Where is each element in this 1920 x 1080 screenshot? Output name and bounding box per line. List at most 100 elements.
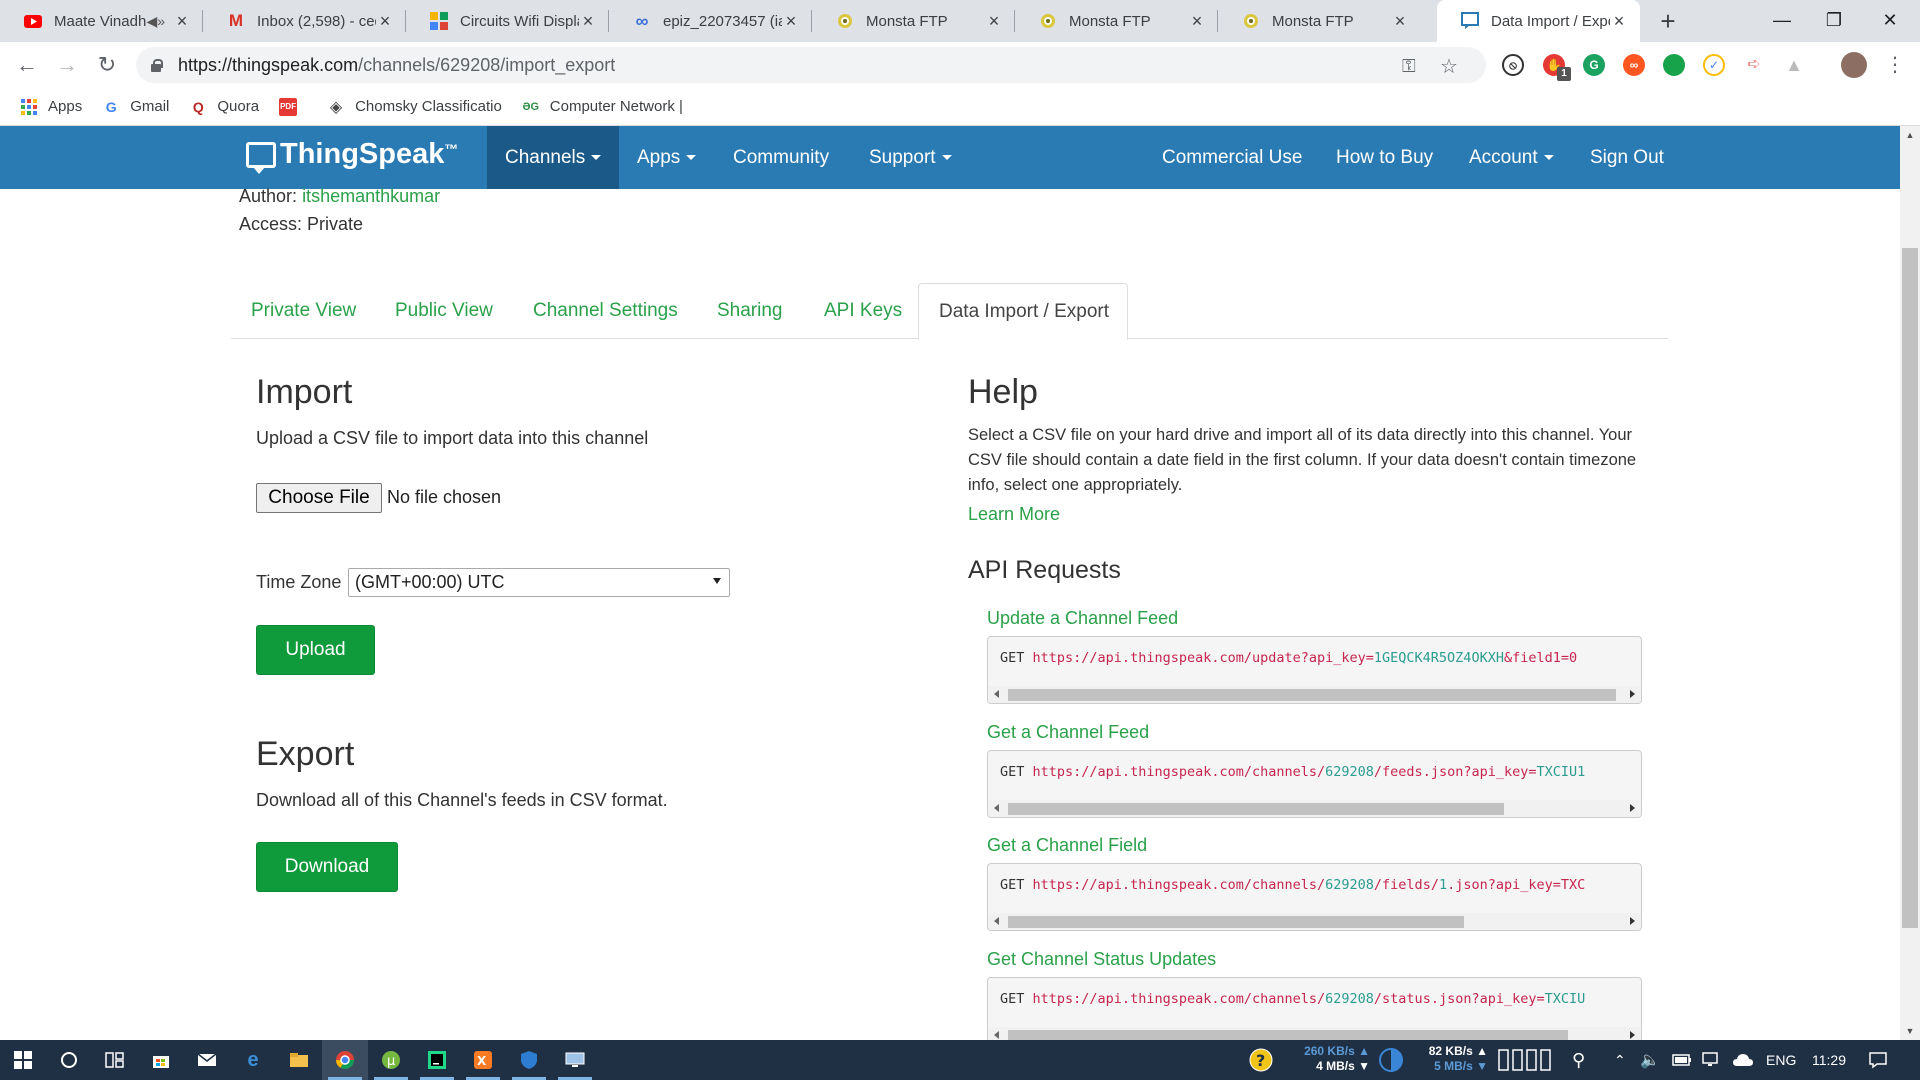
author-link[interactable]: itshemanthkumar	[302, 186, 440, 206]
choose-file-button[interactable]: Choose File	[256, 483, 382, 513]
pycharm-icon[interactable]	[414, 1040, 460, 1080]
browser-tab[interactable]: M Inbox (2,598) - ced ×	[203, 0, 406, 42]
tab-close-icon[interactable]: ×	[1610, 11, 1628, 32]
browser-tab[interactable]: Maate Vinadhu ◀» ×	[0, 0, 203, 42]
bookmark-pdf[interactable]: PDF	[279, 97, 307, 116]
maximize-button[interactable]: ❐	[1806, 0, 1862, 42]
bookmark-quora[interactable]: Q Quora	[189, 98, 259, 116]
api-request-code[interactable]: GET https://api.thingspeak.com/update?ap…	[987, 636, 1642, 704]
key-icon[interactable]: ⚿	[1402, 56, 1416, 77]
new-tab-button[interactable]: +	[1652, 6, 1684, 38]
browser-tab[interactable]: Monsta FTP ×	[1015, 0, 1218, 42]
api-request-code[interactable]: GET https://api.thingspeak.com/channels/…	[987, 863, 1642, 931]
profile-avatar[interactable]	[1841, 52, 1867, 78]
bookmark-star-icon[interactable]: ☆	[1440, 54, 1458, 79]
bookmark-computer-network[interactable]: ƏG Computer Network |	[522, 98, 683, 116]
import-heading: Import	[256, 373, 353, 411]
menu-dots-icon[interactable]: ⋮	[1880, 50, 1910, 80]
page-scrollbar[interactable]: ▲ ▼	[1900, 126, 1920, 1040]
browser-tab[interactable]: ∞ epiz_22073457 (ian ×	[609, 0, 812, 42]
code-scrollbar[interactable]	[988, 686, 1641, 703]
browser-tab-active[interactable]: Data Import / Expo ×	[1437, 0, 1640, 42]
tab-close-icon[interactable]: ×	[376, 11, 394, 32]
tab-data-import-export[interactable]: Data Import / Export	[918, 283, 1128, 340]
browser-tab[interactable]: Circuits Wifi Displa ×	[406, 0, 609, 42]
battery-icon[interactable]	[1672, 1040, 1692, 1080]
tab-close-icon[interactable]: ×	[1188, 11, 1206, 32]
nav-commercial-use[interactable]: Commercial Use	[1144, 126, 1320, 189]
utorrent-icon[interactable]: µ	[368, 1040, 414, 1080]
onedrive-icon[interactable]	[1732, 1040, 1754, 1080]
code-scrollbar[interactable]	[988, 800, 1641, 817]
edge-icon[interactable]: e	[230, 1040, 276, 1080]
nav-community[interactable]: Community	[715, 126, 847, 189]
people-icon[interactable]: ⚲	[1572, 1040, 1585, 1080]
clock[interactable]: 11:29	[1812, 1040, 1846, 1080]
code-scrollbar[interactable]	[988, 1027, 1641, 1040]
infinity-ext-icon[interactable]: ∞	[1623, 54, 1645, 76]
reload-icon[interactable]: ↻	[92, 50, 122, 80]
store-icon[interactable]	[138, 1040, 184, 1080]
show-hidden-icons[interactable]: ⌃	[1614, 1040, 1626, 1080]
network-icon[interactable]	[1702, 1040, 1722, 1080]
check-ext-icon[interactable]: ✓	[1703, 54, 1725, 76]
windows-start-icon[interactable]	[0, 1040, 46, 1080]
nav-account[interactable]: Account	[1451, 126, 1572, 189]
drive-ext-icon[interactable]: ▲	[1783, 54, 1805, 76]
tab-public-view[interactable]: Public View	[375, 283, 513, 339]
chrome-icon[interactable]	[322, 1040, 368, 1080]
youtube-icon	[24, 12, 42, 30]
download-button[interactable]: Download	[256, 842, 398, 892]
grammarly-icon[interactable]: G	[1583, 54, 1605, 76]
timezone-select[interactable]: (GMT+00:00) UTC	[348, 568, 730, 597]
tab-close-icon[interactable]: ×	[782, 11, 800, 32]
shield-app-icon[interactable]	[506, 1040, 552, 1080]
tab-close-icon[interactable]: ×	[173, 11, 191, 32]
nav-how-to-buy[interactable]: How to Buy	[1318, 126, 1451, 189]
tab-channel-settings[interactable]: Channel Settings	[513, 283, 698, 339]
scrollbar-thumb[interactable]	[1902, 248, 1918, 928]
scroll-up-icon[interactable]: ▲	[1900, 130, 1920, 140]
close-window-button[interactable]: ✕	[1862, 0, 1918, 42]
block-icon[interactable]: ⦸	[1502, 54, 1524, 76]
back-icon[interactable]: ←	[12, 50, 42, 80]
upload-button[interactable]: Upload	[256, 625, 375, 675]
address-bar[interactable]: https://thingspeak.com/channels/629208/i…	[136, 47, 1486, 83]
cast-ext-icon[interactable]: ➪	[1743, 54, 1765, 76]
xampp-icon[interactable]: X	[460, 1040, 506, 1080]
language-indicator[interactable]: ENG	[1766, 1040, 1796, 1080]
mail-icon[interactable]	[184, 1040, 230, 1080]
search-icon[interactable]	[46, 1040, 92, 1080]
tab-close-icon[interactable]: ×	[985, 11, 1003, 32]
bookmark-gmail[interactable]: G Gmail	[102, 98, 170, 116]
code-scrollbar[interactable]	[988, 913, 1641, 930]
minimize-button[interactable]: —	[1754, 0, 1810, 42]
tab-close-icon[interactable]: ×	[1391, 11, 1409, 32]
monitor-app-icon[interactable]	[552, 1040, 598, 1080]
audio-playing-icon[interactable]: ◀»	[146, 13, 165, 30]
thingspeak-logo[interactable]: ThingSpeak ™	[246, 138, 458, 174]
api-request-code[interactable]: GET https://api.thingspeak.com/channels/…	[987, 977, 1642, 1040]
volume-icon[interactable]: 🔈	[1640, 1040, 1660, 1080]
tab-api-keys[interactable]: API Keys	[804, 283, 922, 339]
tab-close-icon[interactable]: ×	[579, 11, 597, 32]
browser-tab[interactable]: Monsta FTP ×	[812, 0, 1015, 42]
forward-icon[interactable]: →	[52, 50, 82, 80]
bookmark-apps[interactable]: Apps	[20, 98, 82, 116]
task-view-icon[interactable]	[92, 1040, 138, 1080]
chat-ext-icon[interactable]	[1663, 54, 1685, 76]
api-request-code[interactable]: GET https://api.thingspeak.com/channels/…	[987, 750, 1642, 818]
nav-apps[interactable]: Apps	[619, 126, 714, 189]
bookmark-chomsky[interactable]: ◈ Chomsky Classificatio	[327, 98, 502, 116]
learn-more-link[interactable]: Learn More	[968, 504, 1060, 525]
file-explorer-icon[interactable]	[276, 1040, 322, 1080]
nav-support[interactable]: Support	[851, 126, 970, 189]
help-tray-icon[interactable]: ?	[1248, 1040, 1274, 1080]
nav-sign-out[interactable]: Sign Out	[1572, 126, 1682, 189]
notifications-icon[interactable]	[1868, 1040, 1888, 1080]
scroll-down-icon[interactable]: ▼	[1900, 1026, 1920, 1036]
nav-channels[interactable]: Channels	[487, 126, 619, 189]
tab-private-view[interactable]: Private View	[231, 283, 376, 339]
tab-sharing[interactable]: Sharing	[697, 283, 803, 339]
browser-tab[interactable]: Monsta FTP ×	[1218, 0, 1421, 42]
